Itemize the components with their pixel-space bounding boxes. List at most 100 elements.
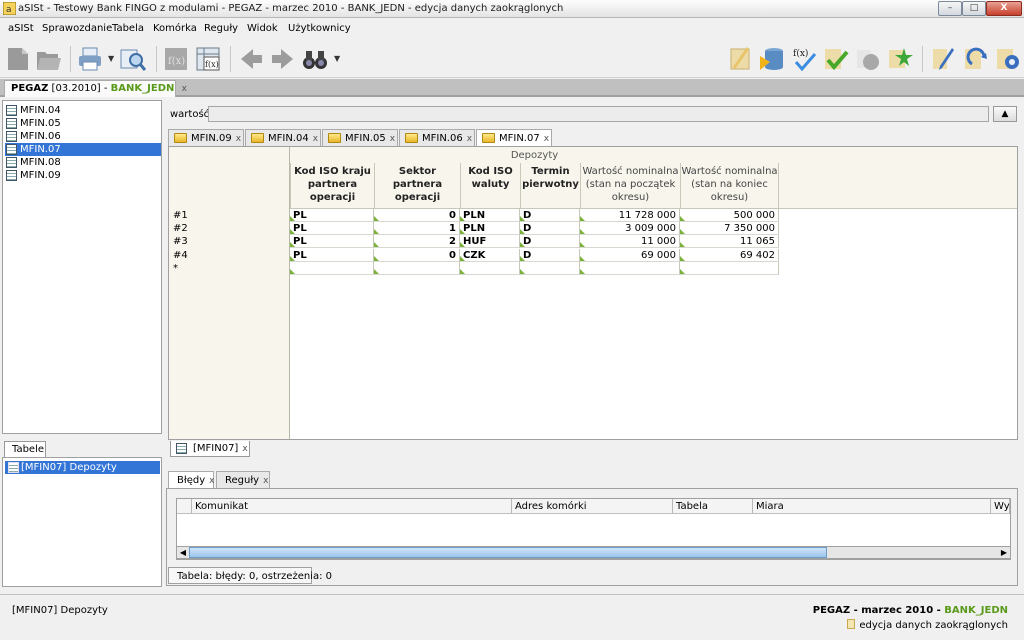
grid-cell[interactable]: 69 000: [580, 249, 680, 262]
new-row-cell[interactable]: [680, 262, 779, 275]
fx-icon[interactable]: f(x): [194, 44, 222, 74]
minimize-button[interactable]: –: [938, 1, 962, 16]
new-icon[interactable]: [4, 44, 32, 74]
grid-cell[interactable]: 1: [374, 222, 460, 235]
tab-mfin09[interactable]: MFIN.09 x: [168, 129, 244, 146]
new-row-cell[interactable]: [580, 262, 680, 275]
settings-icon[interactable]: [994, 44, 1022, 74]
formula-icon[interactable]: f(x): [162, 44, 190, 74]
grid-cell[interactable]: PLN: [460, 222, 520, 235]
column-header-wartosc-koniec[interactable]: Wartość nominalna (stan na koniec okresu): [680, 163, 779, 209]
grid-cell[interactable]: 500 000: [680, 209, 779, 222]
print-dropdown-icon[interactable]: ▼: [108, 54, 114, 63]
menu-asist[interactable]: aSISt: [8, 23, 34, 34]
grid-cell[interactable]: D: [520, 235, 580, 248]
tab-mfin04[interactable]: MFIN.04 x: [245, 129, 321, 146]
new-row-cell[interactable]: [520, 262, 580, 275]
menu-komorka[interactable]: Komórka: [153, 23, 197, 34]
column-header-adres[interactable]: Adres komórki: [512, 499, 673, 514]
menu-reguly[interactable]: Reguły: [204, 23, 238, 34]
grid-cell[interactable]: 3 009 000: [580, 222, 680, 235]
tab-mfin07[interactable]: MFIN.07 x: [476, 129, 552, 146]
tab-close-icon[interactable]: x: [242, 444, 247, 454]
grid-cell[interactable]: 0: [374, 249, 460, 262]
tab-mfin05[interactable]: MFIN.05 x: [322, 129, 398, 146]
tree-item-mfin05[interactable]: MFIN.05: [5, 117, 161, 130]
column-header-termin[interactable]: Termin pierwotny: [520, 163, 580, 209]
menu-widok[interactable]: Widok: [247, 23, 278, 34]
value-expand-button[interactable]: ▲: [993, 106, 1017, 122]
star-icon[interactable]: [886, 44, 914, 74]
row-id[interactable]: #3: [173, 236, 188, 247]
column-header-wartosc-poczatek[interactable]: Wartość nominalna (stan na początek okresu…: [580, 163, 680, 209]
check-icon[interactable]: [822, 44, 850, 74]
grid-cell[interactable]: D: [520, 209, 580, 222]
grid-cell[interactable]: 11 065: [680, 235, 779, 248]
open-icon[interactable]: [34, 44, 62, 74]
grid-tab-mfin07[interactable]: [MFIN07] x: [170, 441, 250, 457]
column-header-blank[interactable]: [177, 499, 192, 514]
refresh-icon[interactable]: [962, 44, 990, 74]
column-header-komunikat[interactable]: Komunikat: [192, 499, 512, 514]
fx-check-icon[interactable]: f(x): [790, 44, 818, 74]
back-icon[interactable]: [237, 44, 265, 74]
grid-cell[interactable]: 2: [374, 235, 460, 248]
tree-item-mfin04[interactable]: MFIN.04: [5, 104, 161, 117]
column-header-wyr[interactable]: Wyr: [991, 499, 1010, 514]
scroll-right-icon[interactable]: ▶: [998, 547, 1010, 558]
grid-cell[interactable]: 0: [374, 209, 460, 222]
column-header-kod-iso-kraju[interactable]: Kod ISO kraju partnera operacji: [290, 163, 374, 209]
find-dropdown-icon[interactable]: ▼: [334, 54, 340, 63]
binoculars-icon[interactable]: [301, 44, 329, 74]
grid-cell[interactable]: D: [520, 222, 580, 235]
grid-cell[interactable]: 11 728 000: [580, 209, 680, 222]
shapes-icon[interactable]: [854, 44, 882, 74]
row-id[interactable]: #1: [173, 210, 188, 221]
new-row-cell[interactable]: [460, 262, 520, 275]
grid-cell[interactable]: 11 000: [580, 235, 680, 248]
column-header-kod-waluty[interactable]: Kod ISO waluty: [460, 163, 520, 209]
tree-item-mfin09[interactable]: MFIN.09: [5, 169, 161, 182]
db-export-icon[interactable]: [758, 44, 786, 74]
grid-cell[interactable]: D: [520, 249, 580, 262]
close-button[interactable]: X: [986, 1, 1022, 16]
grid-cell[interactable]: PL: [290, 222, 374, 235]
tab-close-icon[interactable]: x: [236, 134, 241, 144]
column-header-sektor[interactable]: Sektor partnera operacji: [374, 163, 460, 209]
list-item-mfin07[interactable]: [MFIN07] Depozyty: [5, 461, 160, 474]
doc-tab-close-icon[interactable]: x: [182, 84, 187, 94]
tab-close-icon[interactable]: x: [467, 134, 472, 144]
horizontal-scrollbar[interactable]: ◀ ▶: [176, 546, 1011, 559]
row-id[interactable]: #2: [173, 223, 188, 234]
value-input[interactable]: [208, 106, 989, 122]
grid-cell[interactable]: PL: [290, 249, 374, 262]
grid-cell[interactable]: PL: [290, 235, 374, 248]
scroll-left-icon[interactable]: ◀: [177, 547, 189, 558]
row-id[interactable]: #4: [173, 250, 188, 261]
grid-cell[interactable]: 69 402: [680, 249, 779, 262]
print-icon[interactable]: [76, 44, 104, 74]
grid-cell[interactable]: PL: [290, 209, 374, 222]
tab-close-icon[interactable]: x: [544, 134, 549, 144]
tab-close-icon[interactable]: x: [209, 476, 214, 486]
tab-tabele[interactable]: Tabele: [4, 441, 46, 457]
tree-item-mfin06[interactable]: MFIN.06: [5, 130, 161, 143]
column-header-tabela[interactable]: Tabela: [673, 499, 753, 514]
grid-cell[interactable]: 7 350 000: [680, 222, 779, 235]
tab-close-icon[interactable]: x: [313, 134, 318, 144]
forward-icon[interactable]: [269, 44, 297, 74]
tab-reguly[interactable]: Reguły x: [216, 471, 270, 488]
tab-close-icon[interactable]: x: [390, 134, 395, 144]
preview-icon[interactable]: [118, 44, 147, 74]
tab-bledy[interactable]: Błędy x: [168, 471, 214, 488]
scrollbar-thumb[interactable]: [189, 547, 827, 558]
new-row-cell[interactable]: [290, 262, 374, 275]
new-row-marker[interactable]: *: [173, 263, 178, 274]
menu-tabela[interactable]: Tabela: [112, 23, 144, 34]
grid-cell[interactable]: PLN: [460, 209, 520, 222]
grid-cell[interactable]: CZK: [460, 249, 520, 262]
tab-mfin06[interactable]: MFIN.06 x: [399, 129, 475, 146]
tree-item-mfin08[interactable]: MFIN.08: [5, 156, 161, 169]
grid-cell[interactable]: HUF: [460, 235, 520, 248]
tree-item-mfin07[interactable]: MFIN.07: [5, 143, 161, 156]
